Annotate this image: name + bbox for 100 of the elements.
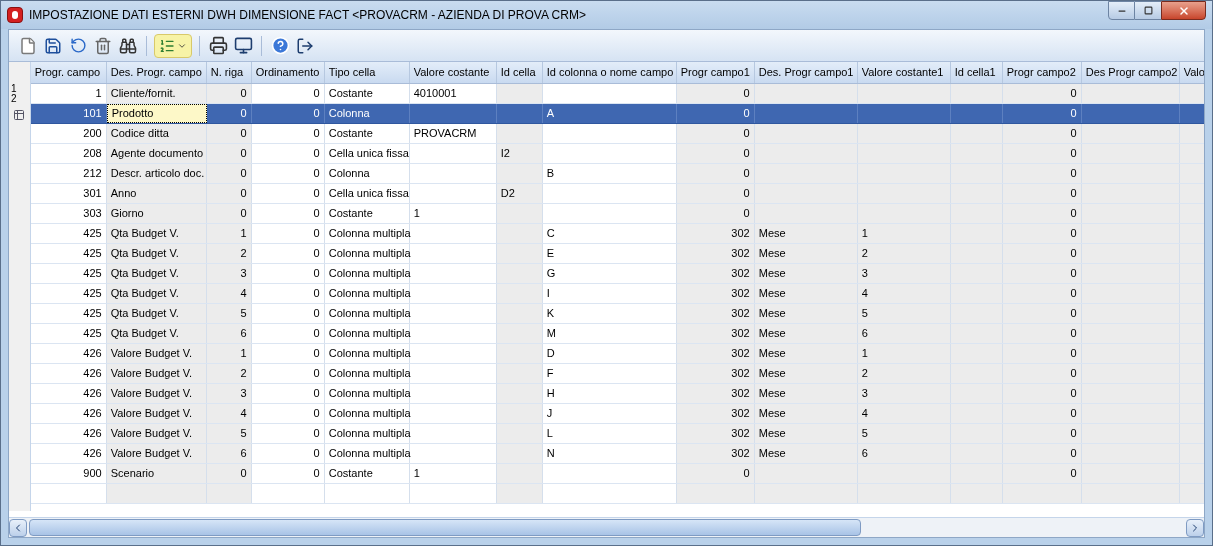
table-cell: K bbox=[542, 304, 677, 323]
table-row[interactable]: 200 Codice ditta 0 0 Costante PROVACRM 0 0 bbox=[30, 124, 1204, 144]
table-cell: C bbox=[542, 224, 677, 243]
column-header[interactable]: Progr campo2 bbox=[1002, 62, 1082, 83]
column-header[interactable]: Id cella bbox=[496, 62, 543, 83]
table-cell: 0 bbox=[251, 84, 325, 103]
table-cell: 302 bbox=[676, 404, 755, 423]
table-cell: Mese bbox=[754, 424, 858, 443]
table-cell: M bbox=[542, 324, 677, 343]
table-cell: Valore Budget V. bbox=[106, 404, 207, 423]
column-header[interactable]: Valore costante bbox=[409, 62, 497, 83]
list-dropdown-icon[interactable] bbox=[154, 33, 192, 58]
table-cell: 302 bbox=[676, 324, 755, 343]
table-row[interactable]: 425 Qta Budget V. 6 0 Colonna multipla M 302 Mese 6 0 bbox=[30, 324, 1204, 344]
table-row[interactable]: 426 Valore Budget V. 5 0 Colonna multipla L 302 Mese 5 0 bbox=[30, 424, 1204, 444]
table-row[interactable]: 425 Qta Budget V. 2 0 Colonna multipla E 302 Mese 2 0 bbox=[30, 244, 1204, 264]
column-header[interactable]: Des Progr campo2 bbox=[1081, 62, 1180, 83]
table-row[interactable]: 426 Valore Budget V. 4 0 Colonna multipla J 302 Mese 4 0 bbox=[30, 404, 1204, 424]
column-header[interactable]: Valo bbox=[1179, 62, 1204, 83]
printer-icon[interactable] bbox=[207, 34, 229, 57]
table-cell: Colonna bbox=[324, 104, 410, 123]
table-cell: 0 bbox=[206, 104, 252, 123]
table-cell: Colonna multipla bbox=[324, 444, 410, 463]
table-cell: B bbox=[542, 164, 677, 183]
table-row[interactable]: 303 Giorno 0 0 Costante 1 0 0 bbox=[30, 204, 1204, 224]
table-cell: Qta Budget V. bbox=[106, 224, 207, 243]
table-cell: 0 bbox=[676, 164, 755, 183]
column-header[interactable]: Ordinamento bbox=[251, 62, 325, 83]
table-row[interactable]: 101 Prodotto 0 0 Colonna A 0 0 bbox=[30, 104, 1204, 124]
help-icon[interactable] bbox=[269, 34, 291, 57]
table-cell: 302 bbox=[676, 344, 755, 363]
table-cell: 0 bbox=[251, 144, 325, 163]
table-cell: 0 bbox=[251, 304, 325, 323]
scroll-right-button[interactable] bbox=[1186, 518, 1204, 537]
table-row[interactable]: 900 Scenario 0 0 Costante 1 0 0 bbox=[30, 464, 1204, 484]
table-cell: Cella unica fissa bbox=[324, 144, 410, 163]
scroll-left-button[interactable] bbox=[9, 518, 27, 537]
column-header[interactable]: Des. Progr campo1 bbox=[754, 62, 858, 83]
table-cell: 200 bbox=[30, 124, 107, 143]
table-cell: 1 bbox=[409, 204, 497, 223]
table-cell: 0 bbox=[206, 184, 252, 203]
table-cell: Cliente/fornit. bbox=[106, 84, 207, 103]
table-cell: 0 bbox=[206, 144, 252, 163]
column-header[interactable]: Id colonna o nome campo bbox=[542, 62, 677, 83]
maximize-button[interactable] bbox=[1135, 1, 1161, 20]
table-cell: Mese bbox=[754, 324, 858, 343]
table-cell: H bbox=[542, 384, 677, 403]
column-header[interactable]: Progr campo1 bbox=[676, 62, 755, 83]
table-cell: Qta Budget V. bbox=[106, 264, 207, 283]
table-cell: 0 bbox=[1002, 304, 1082, 323]
scroll-thumb[interactable] bbox=[29, 519, 861, 536]
table-cell: 0 bbox=[1002, 164, 1082, 183]
column-header[interactable]: Id cella1 bbox=[950, 62, 1003, 83]
table-cell: 0 bbox=[676, 124, 755, 143]
table-row[interactable]: 426 Valore Budget V. 6 0 Colonna multipla N 302 Mese 6 0 bbox=[30, 444, 1204, 464]
table-cell: 4 bbox=[857, 284, 951, 303]
column-header[interactable]: Valore costante1 bbox=[857, 62, 951, 83]
table-cell: 1 bbox=[857, 224, 951, 243]
table-cell: Mese bbox=[754, 264, 858, 283]
table-cell: Mese bbox=[754, 404, 858, 423]
table-cell: 1 bbox=[30, 84, 107, 103]
table-row[interactable]: 301 Anno 0 0 Cella unica fissa D2 0 0 bbox=[30, 184, 1204, 204]
table-row[interactable]: 425 Qta Budget V. 5 0 Colonna multipla K 302 Mese 5 0 bbox=[30, 304, 1204, 324]
column-header[interactable]: N. riga bbox=[206, 62, 252, 83]
table-cell: 425 bbox=[30, 304, 107, 323]
table-cell: 6 bbox=[206, 444, 252, 463]
minimize-button[interactable] bbox=[1108, 1, 1135, 20]
table-row[interactable]: 208 Agente documento 0 0 Cella unica fissa I2 0 0 bbox=[30, 144, 1204, 164]
table-row[interactable]: 212 Descr. articolo doc. 0 0 Colonna B 0 0 bbox=[30, 164, 1204, 184]
table-row[interactable]: 426 Valore Budget V. 2 0 Colonna multipla F 302 Mese 2 0 bbox=[30, 364, 1204, 384]
table-row[interactable]: 425 Qta Budget V. 3 0 Colonna multipla G 302 Mese 3 0 bbox=[30, 264, 1204, 284]
column-header[interactable]: Tipo cella bbox=[324, 62, 410, 83]
maximize-icon bbox=[1143, 6, 1153, 15]
table-cell: D2 bbox=[496, 184, 543, 203]
table-row[interactable]: 425 Qta Budget V. 1 0 Colonna multipla C 302 Mese 1 0 bbox=[30, 224, 1204, 244]
table-row[interactable]: 426 Valore Budget V. 1 0 Colonna multipla D 302 Mese 1 0 bbox=[30, 344, 1204, 364]
horizontal-scrollbar[interactable] bbox=[9, 517, 1204, 537]
table-cell: I bbox=[542, 284, 677, 303]
table-cell: 0 bbox=[676, 144, 755, 163]
table-cell: Cella unica fissa bbox=[324, 184, 410, 203]
column-header[interactable]: Des. Progr. campo bbox=[106, 62, 207, 83]
table-cell: 425 bbox=[30, 224, 107, 243]
table-cell: Colonna multipla bbox=[324, 284, 410, 303]
table-cell: 0 bbox=[1002, 184, 1082, 203]
table-cell: 0 bbox=[251, 264, 325, 283]
table-cell: 302 bbox=[676, 424, 755, 443]
table-cell: 0 bbox=[1002, 204, 1082, 223]
table-cell: 0 bbox=[676, 204, 755, 223]
close-button[interactable] bbox=[1161, 1, 1206, 20]
table-cell: 0 bbox=[251, 284, 325, 303]
table-cell: 5 bbox=[857, 304, 951, 323]
table-cell: 302 bbox=[676, 364, 755, 383]
table-row[interactable]: 1 Cliente/fornit. 0 0 Costante 4010001 0 0 bbox=[30, 84, 1204, 104]
table-cell: 0 bbox=[676, 84, 755, 103]
record-number: 1 bbox=[11, 84, 17, 94]
table-cell: 0 bbox=[206, 204, 252, 223]
column-header[interactable]: Progr. campo bbox=[30, 62, 107, 83]
table-row[interactable]: 426 Valore Budget V. 3 0 Colonna multipla H 302 Mese 3 0 bbox=[30, 384, 1204, 404]
table-row[interactable]: 425 Qta Budget V. 4 0 Colonna multipla I 302 Mese 4 0 bbox=[30, 284, 1204, 304]
table-cell: Qta Budget V. bbox=[106, 304, 207, 323]
